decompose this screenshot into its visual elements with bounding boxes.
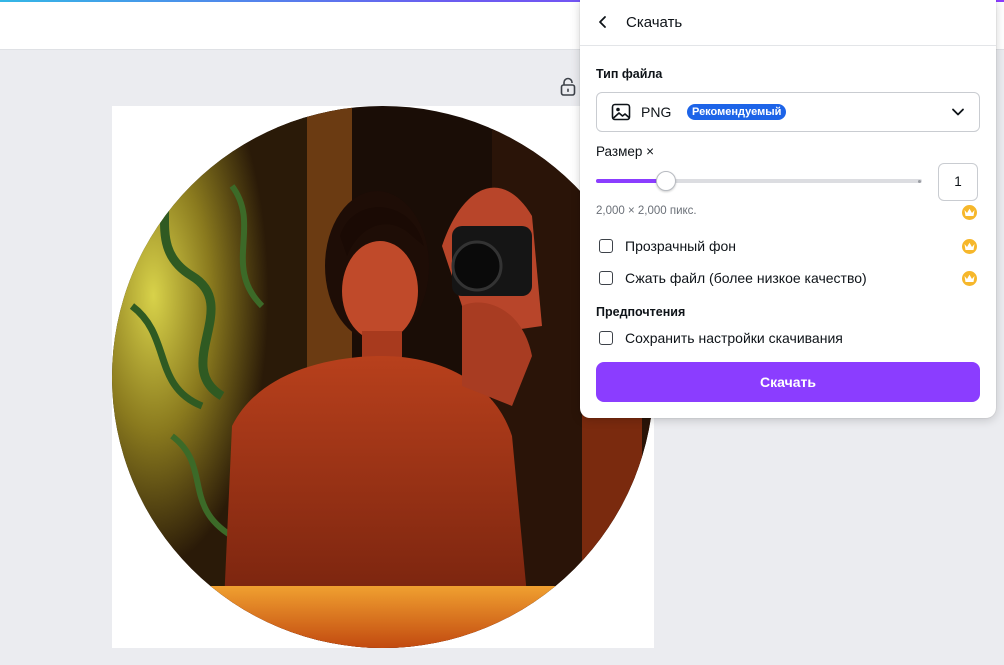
slider-fill bbox=[596, 179, 661, 183]
size-label: Размер × bbox=[596, 144, 655, 159]
crown-icon bbox=[962, 271, 977, 286]
crown-icon bbox=[962, 205, 977, 220]
design-page[interactable] bbox=[112, 106, 654, 648]
file-type-dropdown[interactable]: PNG Рекомендуемый bbox=[596, 92, 980, 132]
file-type-value: PNG bbox=[641, 104, 672, 120]
size-slider[interactable] bbox=[596, 171, 922, 191]
transparent-bg-checkbox[interactable] bbox=[599, 239, 613, 253]
slider-thumb[interactable] bbox=[656, 171, 676, 191]
compress-checkbox[interactable] bbox=[599, 271, 613, 285]
slider-end-dot bbox=[918, 180, 921, 183]
preferences-label: Предпочтения bbox=[596, 305, 686, 319]
size-input[interactable]: 1 bbox=[938, 163, 978, 201]
unlock-icon[interactable] bbox=[559, 77, 577, 97]
compress-label: Сжать файл (более низкое качество) bbox=[625, 270, 867, 286]
save-settings-label: Сохранить настройки скачивания bbox=[625, 330, 843, 346]
panel-title: Скачать bbox=[626, 14, 683, 31]
image-icon bbox=[611, 103, 631, 121]
circular-photo bbox=[112, 106, 654, 648]
chevron-down-icon bbox=[951, 105, 965, 119]
save-settings-checkbox[interactable] bbox=[599, 331, 613, 345]
download-panel: Скачать Тип файла PNG Рекомендуемый Разм… bbox=[580, 0, 996, 418]
download-button[interactable]: Скачать bbox=[596, 362, 980, 402]
file-type-label: Тип файла bbox=[596, 67, 663, 81]
crown-icon bbox=[962, 239, 977, 254]
panel-header: Скачать bbox=[580, 0, 996, 46]
dimensions-text: 2,000 × 2,000 пикс. bbox=[596, 205, 697, 217]
chevron-left-icon[interactable] bbox=[594, 13, 612, 31]
transparent-bg-label: Прозрачный фон bbox=[625, 238, 736, 254]
recommended-badge: Рекомендуемый bbox=[687, 104, 787, 120]
